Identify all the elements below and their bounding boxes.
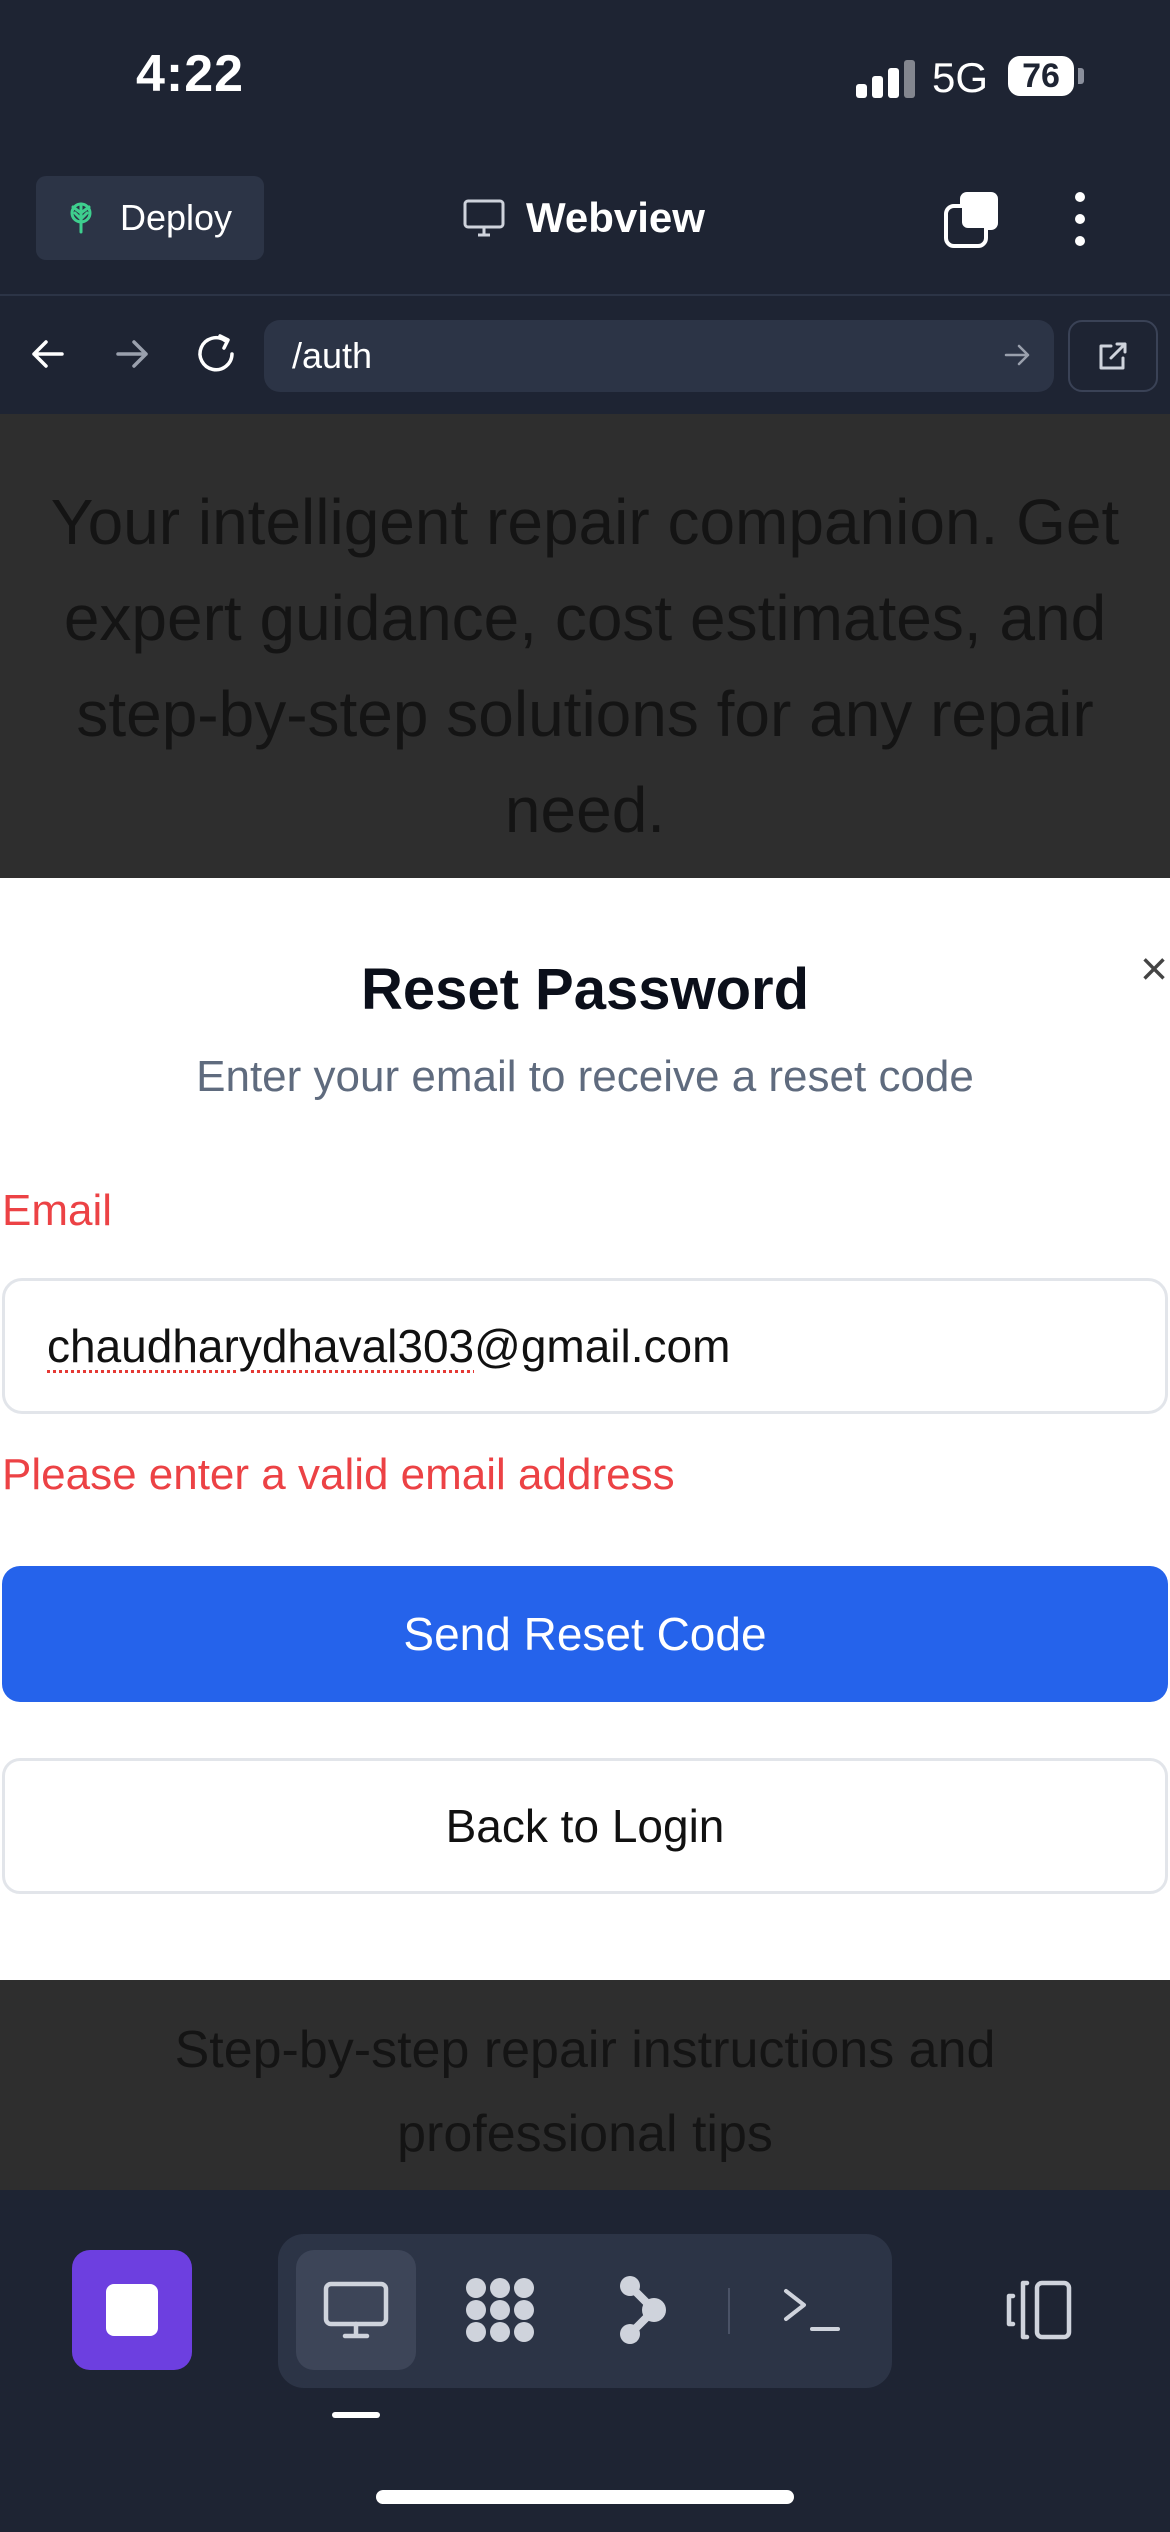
arrow-left-icon — [32, 340, 64, 368]
url-text: /auth — [292, 335, 373, 376]
reset-password-modal: × Reset Password Enter your email to rec… — [0, 878, 1170, 1980]
layout-button[interactable] — [994, 2250, 1084, 2370]
tabs-icon — [944, 192, 998, 248]
hero-description: Your intelligent repair companion. Get e… — [50, 486, 1120, 846]
email-label: Email — [2, 1186, 113, 1235]
webview-content: Your intelligent repair companion. Get e… — [0, 414, 1170, 2190]
divider — [0, 294, 1170, 296]
webview-title[interactable]: Webview — [462, 186, 705, 250]
more-vertical-icon[interactable] — [1060, 186, 1100, 252]
modal-title: Reset Password — [360, 957, 810, 1022]
reload-icon — [198, 334, 234, 372]
grid-icon — [466, 2278, 534, 2342]
email-value-misspelled: chaudharydhaval303 — [47, 1320, 475, 1372]
back-button[interactable] — [20, 326, 76, 382]
deploy-icon — [70, 202, 92, 234]
back-to-login-button[interactable]: Back to Login — [2, 1758, 1168, 1894]
signal-icon — [856, 58, 916, 98]
modal-subtitle: Enter your email to receive a reset code — [196, 1052, 974, 1101]
network-label: 5G — [932, 54, 989, 101]
webview-title-label: Webview — [526, 194, 705, 241]
layout-icon — [1006, 2280, 1072, 2340]
deploy-button[interactable]: Deploy — [36, 176, 264, 260]
external-link-icon — [1099, 342, 1127, 370]
feature-description: Step-by-step repair instructions and pro… — [174, 2021, 996, 2163]
tool-webview-button[interactable] — [296, 2250, 416, 2370]
tool-switcher — [278, 2234, 892, 2388]
home-indicator — [376, 2490, 794, 2504]
tabs-button[interactable] — [940, 186, 1006, 252]
email-field[interactable]: chaudharydhaval303@gmail.com — [2, 1278, 1168, 1414]
terminal-icon — [784, 2289, 840, 2331]
url-input[interactable]: /auth — [264, 320, 1054, 392]
deploy-label: Deploy — [120, 197, 233, 238]
stop-button[interactable] — [72, 2250, 192, 2370]
monitor-icon — [323, 2281, 389, 2339]
stop-icon — [106, 2284, 158, 2336]
active-tool-indicator — [332, 2412, 380, 2418]
tool-git-button[interactable] — [584, 2250, 704, 2370]
send-reset-code-button[interactable]: Send Reset Code — [2, 1566, 1168, 1702]
reload-button[interactable] — [188, 326, 244, 382]
monitor-icon — [463, 199, 505, 237]
open-external-button[interactable] — [1068, 320, 1158, 392]
arrow-right-icon — [116, 340, 148, 368]
battery-tip — [1078, 68, 1084, 84]
bottom-toolbar — [0, 2190, 1170, 2532]
email-error-message: Please enter a valid email address — [2, 1450, 675, 1499]
status-bar: 4:22 5G 76 — [0, 0, 1170, 160]
tool-shell-button[interactable] — [752, 2250, 872, 2370]
tool-grid-button[interactable] — [440, 2250, 560, 2370]
status-time: 4:22 — [136, 45, 245, 103]
forward-button[interactable] — [104, 326, 160, 382]
git-branch-icon — [620, 2276, 666, 2344]
arrow-right-icon[interactable] — [1002, 340, 1032, 370]
tool-divider — [728, 2288, 730, 2334]
battery-icon: 76 — [1008, 56, 1074, 96]
email-value-domain: @gmail.com — [474, 1320, 731, 1372]
